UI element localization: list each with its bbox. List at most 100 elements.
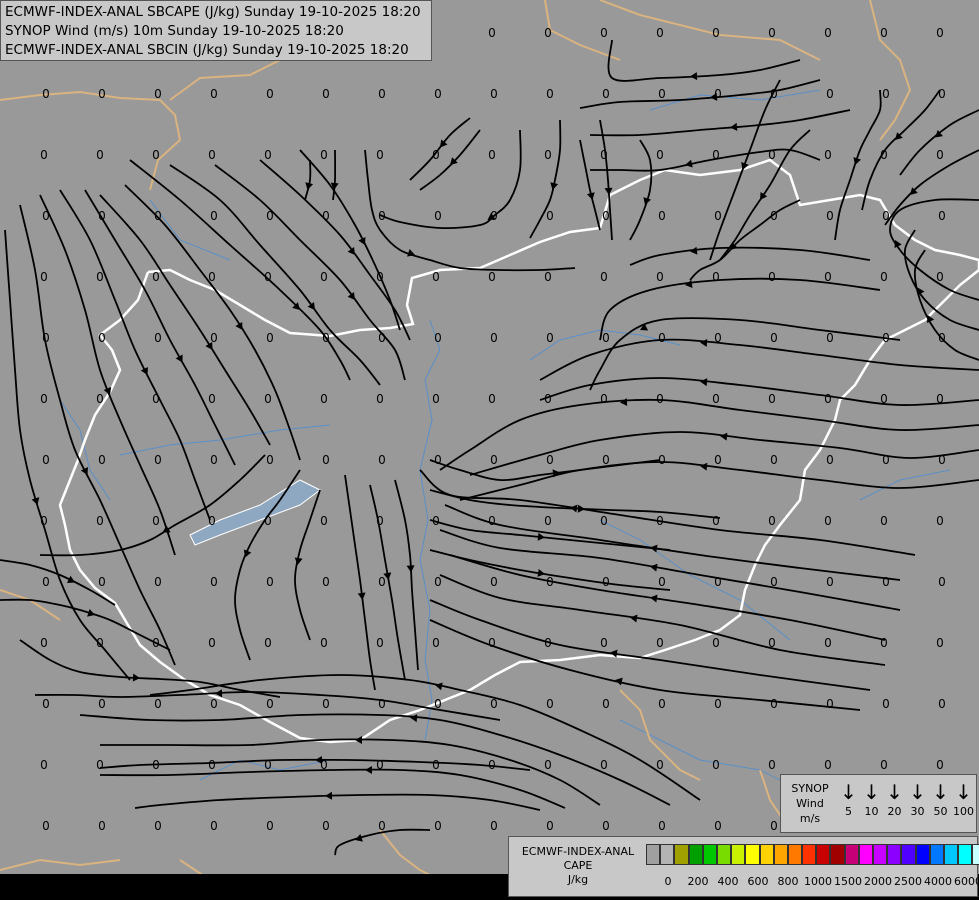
cape-value-label: 0 [98, 87, 106, 101]
streamline-arrow [586, 192, 595, 200]
streamline-arrow [690, 72, 698, 81]
cape-value-label: 0 [96, 636, 104, 650]
cape-swatch [929, 844, 944, 865]
wind-streamline [529, 119, 562, 239]
cape-swatch [972, 844, 979, 865]
cape-value-label: 0 [98, 575, 106, 589]
cape-value-label: 0 [378, 697, 386, 711]
cape-value-label: 0 [264, 392, 272, 406]
wind-streamline [629, 246, 871, 266]
wind-arrow-icon: ↓ [840, 780, 857, 804]
cape-value-label: 0 [882, 209, 890, 223]
cape-swatch [830, 844, 845, 865]
wind-streamline [294, 489, 321, 641]
cape-value-label: 0 [600, 148, 608, 162]
cape-value-label: 0 [882, 331, 890, 345]
cape-value-label: 0 [658, 331, 666, 345]
cape-tick-label: 4000 [924, 875, 952, 888]
wind-streamline [39, 194, 176, 556]
cape-legend-title: ECMWF-INDEX-ANAL CAPE J/kg [513, 845, 643, 887]
cape-value-label: 0 [770, 697, 778, 711]
cape-value-label: 0 [432, 636, 440, 650]
wind-streamline [607, 39, 801, 82]
cape-value-label: 0 [656, 26, 664, 40]
cape-swatch [844, 844, 859, 865]
cape-value-label: 0 [602, 331, 610, 345]
cape-value-label: 0 [600, 270, 608, 284]
cape-value-label: 0 [152, 636, 160, 650]
streamline-arrow [690, 246, 698, 255]
cape-value-label: 0 [936, 392, 944, 406]
wind-streamline [99, 194, 271, 446]
cape-value-label: 0 [658, 575, 666, 589]
cape-value-label: 0 [938, 331, 946, 345]
cape-value-label: 0 [210, 87, 218, 101]
cape-value-label: 0 [208, 148, 216, 162]
cape-value-label: 0 [714, 453, 722, 467]
cape-legend-title-line: ECMWF-INDEX-ANAL [521, 845, 635, 858]
cape-value-label: 0 [320, 514, 328, 528]
streamline-arrow [31, 497, 40, 505]
title-sbcape: ECMWF-INDEX-ANAL SBCAPE (J/kg) Sunday 19… [5, 4, 421, 20]
cape-value-label: 0 [936, 270, 944, 284]
cape-value-label: 0 [656, 514, 664, 528]
cape-value-label: 0 [154, 331, 162, 345]
cape-value-label: 0 [826, 331, 834, 345]
wind-streamline [590, 148, 821, 172]
cape-value-label: 0 [882, 575, 890, 589]
streamline-arrow [435, 682, 443, 691]
cape-swatch [702, 844, 717, 865]
cape-value-label: 0 [936, 758, 944, 772]
cape-value-label: 0 [488, 514, 496, 528]
cape-value-label: 0 [42, 87, 50, 101]
cape-value-label: 0 [322, 331, 330, 345]
cape-value-label: 0 [42, 331, 50, 345]
cape-value-label: 0 [96, 758, 104, 772]
cape-value-label: 0 [152, 270, 160, 284]
river-line [119, 424, 331, 456]
cape-value-label: 0 [152, 392, 160, 406]
cape-value-label: 0 [938, 575, 946, 589]
cape-swatch [759, 844, 774, 865]
cape-value-label: 0 [320, 392, 328, 406]
cape-value-label: 0 [210, 209, 218, 223]
cape-swatch [873, 844, 888, 865]
cape-value-label: 0 [42, 209, 50, 223]
cape-value-label: 0 [490, 331, 498, 345]
cape-swatch [773, 844, 788, 865]
cape-tick-label: 200 [687, 875, 709, 888]
cape-value-label: 0 [154, 697, 162, 711]
cape-value-label: 0 [882, 453, 890, 467]
wind-streamline [304, 159, 312, 201]
cape-value-label: 0 [210, 697, 218, 711]
wind-legend-value: 10 [864, 805, 879, 818]
cape-value-label: 0 [600, 26, 608, 40]
cape-value-label: 0 [824, 270, 832, 284]
wind-arrow-icon: ↓ [932, 780, 949, 804]
river-line [419, 319, 441, 741]
cape-value-label: 0 [600, 636, 608, 650]
cape-value-label: 0 [880, 392, 888, 406]
cape-value-label: 0 [266, 87, 274, 101]
streamline-arrow [307, 302, 315, 310]
cape-tick-label: 600 [747, 875, 769, 888]
cape-value-label: 0 [152, 514, 160, 528]
cape-value-label: 0 [712, 392, 720, 406]
wind-arrow-icon: ↓ [955, 780, 972, 804]
cape-swatch [674, 844, 689, 865]
cape-value-label: 0 [208, 514, 216, 528]
cape-value-label: 0 [320, 758, 328, 772]
cape-value-label: 0 [208, 392, 216, 406]
cape-value-label: 0 [264, 270, 272, 284]
cape-value-label: 0 [432, 392, 440, 406]
map-title-box: ECMWF-INDEX-ANAL SBCAPE (J/kg) Sunday 19… [0, 0, 432, 61]
cape-value-label: 0 [880, 270, 888, 284]
wind-legend-value: 30 [910, 805, 925, 818]
cape-value-label: 0 [98, 209, 106, 223]
cape-value-label: 0 [938, 453, 946, 467]
cape-value-label: 0 [434, 819, 442, 833]
cape-value-label: 0 [434, 575, 442, 589]
cape-value-label: 0 [768, 26, 776, 40]
streamline-arrow [355, 736, 362, 744]
weather-map[interactable]: 0 0 0 0 0 0 0 0 0 0 0 0 0 0 0 0 0 0 0 0 0 0 0 0 0 0 0 0 0 0 0 0 0 0 0 0 0 0 0 0… [0, 0, 979, 900]
